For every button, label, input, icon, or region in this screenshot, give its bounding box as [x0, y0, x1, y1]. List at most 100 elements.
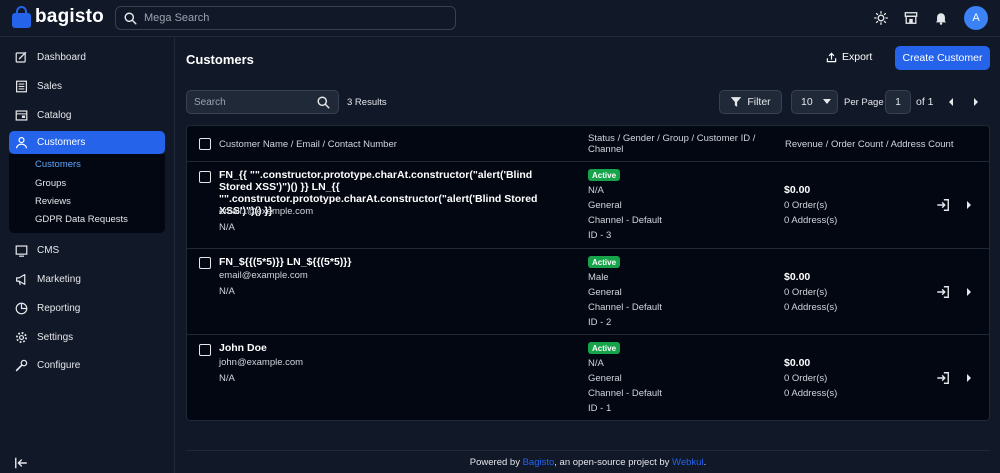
customer-id: ID - 3 [588, 230, 612, 241]
customer-name: FN_${{(5*5)}} LN_${{(5*5)}} [219, 256, 352, 268]
top-actions: A [874, 6, 988, 30]
customer-email: email1@example.com [219, 206, 314, 217]
bell-icon[interactable] [934, 11, 948, 25]
sun-icon[interactable] [874, 11, 888, 25]
row-checkbox[interactable] [199, 344, 211, 356]
bagisto-link[interactable]: Bagisto [523, 457, 555, 468]
customer-gender: N/A [588, 185, 604, 196]
sidebar-item-configure[interactable]: Configure [9, 354, 165, 376]
customer-orders: 0 Order(s) [784, 373, 828, 384]
customer-addresses: 0 Address(s) [784, 215, 838, 226]
submenu-item-gdpr[interactable]: GDPR Data Requests [35, 214, 128, 225]
chevron-down-icon [822, 99, 831, 104]
login-as-customer-icon[interactable] [936, 371, 950, 385]
export-label: Export [842, 51, 873, 63]
header-revenue[interactable]: Revenue / Order Count / Address Count [785, 139, 953, 150]
export-button[interactable]: Export [826, 51, 872, 63]
row-checkbox[interactable] [199, 257, 211, 269]
view-customer-icon[interactable] [965, 200, 973, 210]
filter-label: Filter [747, 96, 771, 108]
customer-phone: N/A [219, 373, 235, 384]
configure-icon [14, 358, 28, 372]
customer-id: ID - 2 [588, 317, 612, 328]
sales-icon [14, 79, 28, 93]
filter-icon [731, 97, 742, 107]
per-page-label: Per Page [844, 97, 884, 108]
header-status[interactable]: Status / Gender / Group / Customer ID / … [588, 133, 768, 155]
sidebar-item-settings[interactable]: Settings [9, 326, 165, 348]
sidebar-item-label: Configure [37, 359, 81, 371]
sidebar-item-customers[interactable]: Customers [9, 131, 165, 154]
sidebar-item-cms[interactable]: CMS [9, 239, 165, 261]
sidebar-item-marketing[interactable]: Marketing [9, 268, 165, 290]
header-name[interactable]: Customer Name / Email / Contact Number [219, 139, 397, 150]
customer-group: General [588, 287, 622, 298]
status-badge: Active [588, 256, 621, 268]
customer-id: ID - 1 [588, 403, 612, 414]
table-row[interactable]: FN_${{(5*5)}} LN_${{(5*5)}} email@exampl… [187, 249, 989, 335]
top-bar: bagisto A [0, 0, 1000, 37]
customer-orders: 0 Order(s) [784, 200, 828, 211]
view-customer-icon[interactable] [965, 373, 973, 383]
footer-prefix: Powered by [469, 456, 520, 468]
table-row[interactable]: John Doe john@example.com N/A Active N/A… [187, 335, 989, 421]
dashboard-icon [14, 50, 28, 64]
webkul-link[interactable]: Webkul [672, 457, 704, 468]
customer-gender: Male [588, 272, 609, 283]
create-customer-button[interactable]: Create Customer [895, 46, 990, 70]
sidebar-item-reporting[interactable]: Reporting [9, 297, 165, 319]
login-as-customer-icon[interactable] [936, 198, 950, 212]
select-all-checkbox[interactable] [199, 138, 211, 150]
brand-name: bagisto [35, 6, 104, 27]
customers-icon [14, 136, 28, 150]
mega-search-input[interactable] [144, 12, 444, 24]
collapse-sidebar-icon[interactable] [14, 456, 28, 470]
submenu-item-groups[interactable]: Groups [35, 178, 66, 189]
per-page-select[interactable]: 10 [791, 90, 838, 114]
sidebar-item-catalog[interactable]: Catalog [9, 104, 165, 126]
sidebar-item-dashboard[interactable]: Dashboard [9, 46, 165, 68]
customer-gender: N/A [588, 358, 604, 369]
table-row[interactable]: FN_{{ "".constructor.prototype.charAt.co… [187, 162, 989, 249]
prev-page-icon[interactable] [946, 96, 956, 108]
login-as-customer-icon[interactable] [936, 285, 950, 299]
footer-middle: , an open-source project by [554, 456, 670, 468]
customer-channel: Channel - Default [588, 302, 662, 313]
brand-logo[interactable]: bagisto [12, 6, 104, 28]
sidebar-item-sales[interactable]: Sales [9, 75, 165, 97]
per-page-value: 10 [801, 96, 813, 108]
customer-channel: Channel - Default [588, 215, 662, 226]
search-input[interactable] [194, 96, 309, 108]
customer-name: John Doe [219, 342, 267, 354]
page-total: of 1 [916, 96, 934, 108]
export-icon [826, 52, 837, 62]
customer-revenue: $0.00 [784, 271, 811, 283]
store-icon[interactable] [904, 11, 918, 25]
avatar[interactable]: A [964, 6, 988, 30]
marketing-icon [14, 272, 28, 286]
filter-button[interactable]: Filter [719, 90, 782, 114]
mega-search[interactable] [115, 6, 456, 30]
page-number-input[interactable]: 1 [885, 90, 911, 114]
row-checkbox[interactable] [199, 171, 211, 183]
table-search[interactable] [186, 90, 339, 114]
customer-email: john@example.com [219, 357, 304, 368]
next-page-icon[interactable] [971, 96, 981, 108]
customer-addresses: 0 Address(s) [784, 388, 838, 399]
view-customer-icon[interactable] [965, 287, 973, 297]
submenu-item-reviews[interactable]: Reviews [35, 196, 71, 207]
sidebar-item-label: Sales [37, 80, 63, 92]
submenu-item-customers[interactable]: Customers [35, 159, 81, 170]
customers-submenu: Customers Groups Reviews GDPR Data Reque… [9, 154, 165, 233]
results-count: 3 Results [347, 97, 387, 108]
customer-revenue: $0.00 [784, 184, 811, 196]
catalog-icon [14, 108, 28, 122]
sidebar-item-label: Settings [37, 331, 74, 343]
sidebar-item-label: CMS [37, 244, 60, 256]
sidebar-item-label: Reporting [37, 302, 81, 314]
footer-suffix: . [703, 456, 707, 468]
settings-icon [14, 330, 28, 344]
customer-addresses: 0 Address(s) [784, 302, 838, 313]
sidebar-item-label: Dashboard [37, 51, 86, 63]
search-icon[interactable] [317, 96, 330, 109]
